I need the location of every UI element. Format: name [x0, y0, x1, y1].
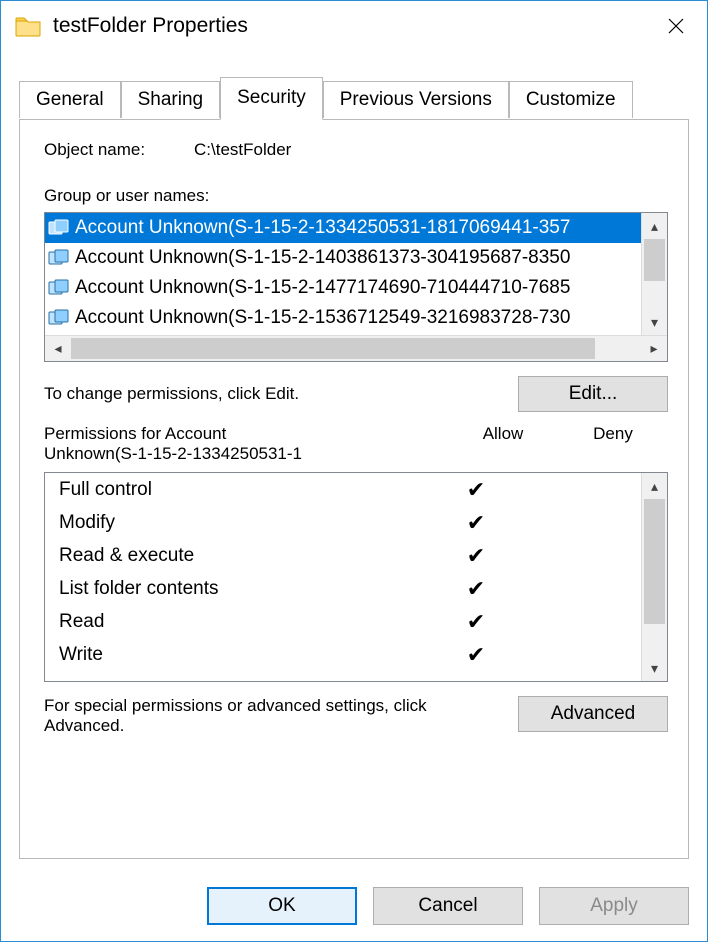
tab-security[interactable]: Security [220, 77, 323, 120]
dialog-button-row: OK Cancel Apply [1, 873, 707, 941]
scroll-thumb[interactable] [71, 338, 595, 359]
properties-window: testFolder Properties General Sharing Se… [0, 0, 708, 942]
list-item[interactable]: Account Unknown(S-1-15-2-1403861373-3041… [45, 243, 641, 273]
scroll-thumb[interactable] [644, 239, 665, 281]
advanced-hint: For special permissions or advanced sett… [44, 696, 518, 736]
list-item[interactable]: Account Unknown(S-1-15-2-1477174690-7104… [45, 273, 641, 303]
column-allow: Allow [448, 424, 558, 464]
list-item[interactable]: Account Unknown(S-1-15-2-1536712549-3216… [45, 303, 641, 333]
scroll-down-icon[interactable]: ▾ [642, 309, 667, 335]
edit-button[interactable]: Edit... [518, 376, 668, 412]
perm-vscrollbar[interactable]: ▴ ▾ [641, 473, 667, 681]
permission-allow: ✔ [421, 510, 531, 536]
scroll-thumb[interactable] [644, 499, 665, 624]
scroll-up-icon[interactable]: ▴ [642, 213, 667, 239]
group-icon [47, 218, 71, 238]
permission-allow: ✔ [421, 477, 531, 503]
ok-button[interactable]: OK [207, 887, 357, 925]
permission-row: Read & execute✔ [59, 539, 641, 572]
list-item-label: Account Unknown(S-1-15-2-1403861373-3041… [75, 247, 570, 269]
permission-row: Read✔ [59, 605, 641, 638]
group-icon [47, 248, 71, 268]
tab-previous-versions[interactable]: Previous Versions [323, 81, 509, 118]
tab-customize[interactable]: Customize [509, 81, 633, 118]
group-icon [47, 278, 71, 298]
scroll-track[interactable] [642, 239, 667, 309]
permissions-listbox[interactable]: Full control✔Modify✔Read & execute✔List … [44, 472, 668, 682]
permission-name: Full control [59, 479, 421, 501]
permission-row: Write✔ [59, 638, 641, 671]
permissions-for-label: Permissions for Account Unknown(S-1-15-2… [44, 424, 448, 464]
window-title: testFolder Properties [53, 14, 651, 38]
permission-name: Write [59, 644, 421, 666]
object-name-label: Object name: [44, 140, 194, 160]
group-user-items: Account Unknown(S-1-15-2-1334250531-1817… [45, 213, 641, 335]
group-icon [47, 308, 71, 328]
client-area: General Sharing Security Previous Versio… [1, 51, 707, 873]
permission-allow: ✔ [421, 543, 531, 569]
group-user-listbox[interactable]: Account Unknown(S-1-15-2-1334250531-1817… [44, 212, 668, 362]
list-hscrollbar[interactable]: ◂ ▸ [45, 335, 667, 361]
scroll-left-icon[interactable]: ◂ [45, 336, 71, 361]
permission-name: List folder contents [59, 578, 421, 600]
close-button[interactable] [651, 6, 701, 46]
scroll-track[interactable] [71, 336, 641, 361]
titlebar: testFolder Properties [1, 1, 707, 51]
group-user-label: Group or user names: [44, 186, 668, 206]
scroll-up-icon[interactable]: ▴ [642, 473, 667, 499]
tab-strip: General Sharing Security Previous Versio… [19, 77, 689, 119]
permission-name: Read [59, 611, 421, 633]
list-item-label: Account Unknown(S-1-15-2-1536712549-3216… [75, 307, 570, 329]
tab-sharing[interactable]: Sharing [121, 81, 221, 118]
scroll-right-icon[interactable]: ▸ [641, 336, 667, 361]
permission-allow: ✔ [421, 576, 531, 602]
column-deny: Deny [558, 424, 668, 464]
apply-button[interactable]: Apply [539, 887, 689, 925]
permission-allow: ✔ [421, 609, 531, 635]
permission-name: Read & execute [59, 545, 421, 567]
object-name-value: C:\testFolder [194, 140, 291, 160]
tab-general[interactable]: General [19, 81, 121, 118]
permission-name: Modify [59, 512, 421, 534]
tab-panel-security: Object name: C:\testFolder Group or user… [19, 119, 689, 859]
advanced-button[interactable]: Advanced [518, 696, 668, 732]
list-vscrollbar[interactable]: ▴ ▾ [641, 213, 667, 335]
cancel-button[interactable]: Cancel [373, 887, 523, 925]
list-item-label: Account Unknown(S-1-15-2-1477174690-7104… [75, 277, 570, 299]
object-name-row: Object name: C:\testFolder [44, 140, 668, 160]
scroll-track[interactable] [642, 499, 667, 655]
permission-row: List folder contents✔ [59, 572, 641, 605]
edit-hint: To change permissions, click Edit. [44, 384, 518, 404]
permission-row: Modify✔ [59, 506, 641, 539]
list-item-label: Account Unknown(S-1-15-2-1334250531-1817… [75, 217, 570, 239]
permission-allow: ✔ [421, 642, 531, 668]
close-icon [667, 17, 685, 35]
list-item[interactable]: Account Unknown(S-1-15-2-1334250531-1817… [45, 213, 641, 243]
permission-row: Full control✔ [59, 473, 641, 506]
scroll-down-icon[interactable]: ▾ [642, 655, 667, 681]
folder-icon [15, 15, 41, 37]
